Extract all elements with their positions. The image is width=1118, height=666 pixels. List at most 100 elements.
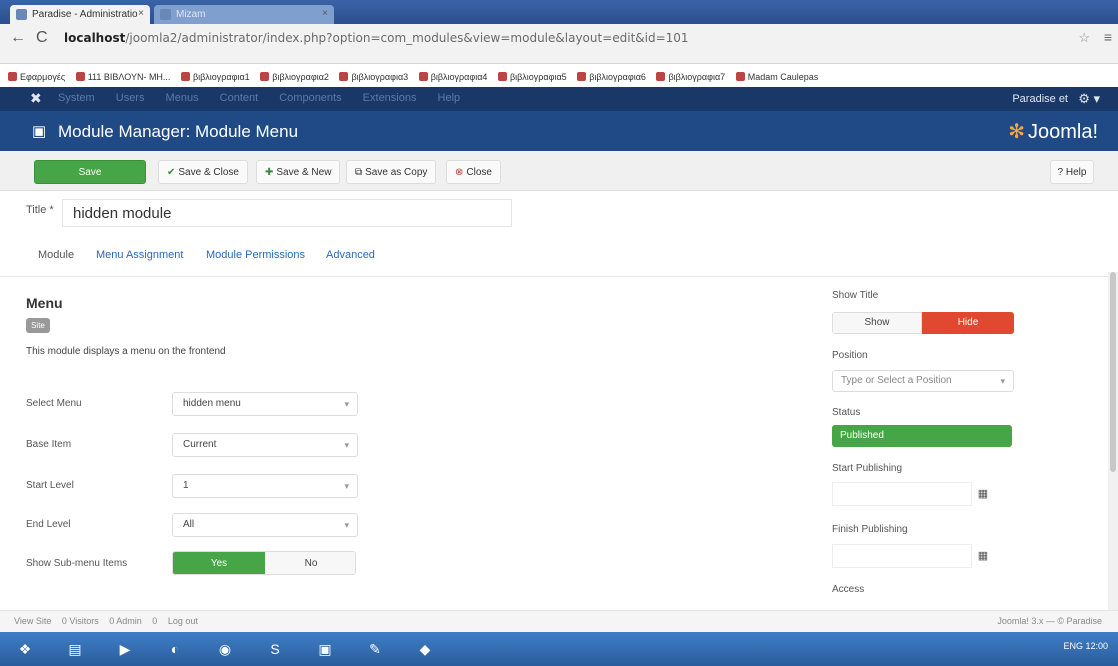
bookmark-item[interactable]: βιβλιογραφια4 (418, 72, 487, 82)
visitors-count: 0 Visitors (61, 616, 99, 626)
close-tab-icon[interactable]: × (322, 8, 328, 19)
logout-link[interactable]: Log out (168, 616, 198, 626)
save-copy-button[interactable]: ⧉ Save as Copy (346, 160, 437, 184)
bookmark-item[interactable]: βιβλιογραφια3 (339, 72, 408, 82)
title-input[interactable]: hidden module (62, 199, 512, 227)
copy-icon: ⧉ (355, 167, 363, 178)
plus-icon: ✚ (265, 167, 274, 178)
notepad-icon[interactable]: ✎ (360, 636, 390, 662)
admin-footer: View Site 0 Visitors 0 Admin 0 Log out J… (0, 610, 1118, 632)
browser-tab-strip: Paradise - Administratio × Mizam × (0, 0, 1118, 24)
show-title-show-button[interactable]: Show (832, 312, 922, 334)
save-close-button[interactable]: ✔ Save & Close (158, 160, 248, 184)
base-item-dropdown[interactable]: Current ▾ (172, 433, 358, 457)
bookmarks-bar: Εφαρμογές 111 ΒΙΒΛΟΥΝ- ΜΗ... βιβλιογραφι… (0, 72, 1118, 88)
bookmark-icon (180, 72, 190, 81)
menu-item-extensions[interactable]: Extensions (363, 92, 417, 104)
bookmark-icon (339, 72, 349, 81)
tab-module[interactable]: Module (38, 249, 74, 261)
calendar-icon[interactable]: ▦ (968, 482, 998, 506)
bookmark-item[interactable]: βιβλιογραφια7 (656, 72, 725, 82)
user-menu[interactable]: Paradise et (1012, 93, 1068, 105)
bookmark-item[interactable]: 111 ΒΙΒΛΟΥΝ- ΜΗ... (75, 72, 170, 82)
end-level-label: End Level (26, 519, 71, 530)
start-publishing-input[interactable] (832, 482, 972, 506)
admin-count: 0 Admin (109, 616, 142, 626)
gear-icon[interactable]: ⚙ ▾ (1078, 91, 1100, 107)
bookmark-item[interactable]: βιβλιογραφια1 (180, 72, 250, 82)
view-site-link[interactable]: View Site (14, 616, 51, 626)
app-icon[interactable]: ▣ (310, 636, 340, 662)
bookmark-item[interactable]: βιβλιογραφια2 (260, 72, 329, 82)
chevron-down-icon: ▾ (344, 399, 349, 409)
skype-icon[interactable]: S (260, 636, 290, 662)
bookmark-item[interactable]: Madam Caulepas (735, 72, 818, 82)
close-button[interactable]: ⊗ Close (446, 160, 501, 184)
back-arrow-icon[interactable]: ← (10, 29, 26, 47)
browser-tab-inactive[interactable]: Mizam × (154, 5, 334, 24)
tab-advanced[interactable]: Advanced (326, 249, 375, 261)
submenu-yes-button[interactable]: Yes (173, 552, 265, 574)
tab-module-permissions[interactable]: Module Permissions (206, 249, 305, 261)
admin-menu: System Users Menus Content Components Ex… (58, 92, 478, 104)
media-player-icon[interactable]: ▶ (110, 636, 140, 662)
apps-icon (8, 72, 17, 81)
start-level-label: Start Level (26, 480, 74, 491)
menu-item-components[interactable]: Components (279, 92, 341, 104)
save-button[interactable]: Save (34, 160, 146, 184)
browser-tab-label: Mizam (176, 9, 206, 20)
show-submenu-label: Show Sub-menu Items (26, 558, 128, 569)
bookmark-item[interactable]: βιβλιογραφια5 (497, 72, 567, 82)
module-name: Menu (26, 295, 63, 311)
explorer-icon[interactable]: ▤ (60, 636, 90, 662)
windows-taskbar: ❖ ▤ ▶ ◐ ◉ S ▣ ✎ ◆ ENG 12:00 (0, 632, 1118, 666)
paint-icon[interactable]: ◆ (410, 636, 440, 662)
scrollbar-thumb[interactable] (1110, 272, 1116, 472)
system-tray[interactable]: ENG 12:00 (1063, 641, 1108, 651)
footer-copyright: Joomla! 3.x — © Paradise (997, 616, 1102, 626)
tab-favicon-icon (160, 9, 171, 20)
reload-icon[interactable]: C (36, 29, 48, 47)
end-level-dropdown[interactable]: All ▾ (172, 513, 358, 537)
menu-item-system[interactable]: System (58, 92, 95, 104)
save-new-button[interactable]: ✚ Save & New (256, 160, 341, 184)
calendar-icon[interactable]: ▦ (968, 544, 998, 568)
chevron-down-icon: ▾ (344, 440, 349, 450)
status-select[interactable]: Published (832, 425, 1012, 447)
show-title-toggle: Show Hide (832, 312, 1014, 334)
browser-icon[interactable]: ◐ (160, 636, 190, 662)
start-button-icon[interactable]: ❖ (10, 636, 40, 662)
finish-publishing-input[interactable] (832, 544, 972, 568)
joomla-favicon-icon (16, 9, 27, 20)
base-item-label: Base Item (26, 439, 72, 450)
browser-tab-active[interactable]: Paradise - Administratio × (10, 5, 150, 24)
close-tab-icon[interactable]: × (138, 8, 144, 19)
browser-menu-icon[interactable]: ≡ (1104, 29, 1112, 45)
show-title-hide-button[interactable]: Hide (922, 312, 1014, 334)
bookmark-item[interactable]: βιβλιογραφια6 (577, 72, 646, 82)
bookmark-star-icon[interactable]: ☆ (1078, 30, 1090, 46)
chevron-down-icon: ▾ (344, 520, 349, 530)
bookmark-item[interactable]: Εφαρμογές (8, 72, 65, 82)
chevron-down-icon: ▾ (344, 481, 349, 491)
url-field[interactable]: localhost/joomla2/administrator/index.ph… (64, 28, 1064, 48)
admin-top-nav: ✖ System Users Menus Content Components … (0, 87, 1118, 111)
menu-item-content[interactable]: Content (220, 92, 259, 104)
start-level-dropdown[interactable]: 1 ▾ (172, 474, 358, 498)
help-button[interactable]: ? Help (1050, 160, 1094, 184)
bookmark-icon (75, 72, 85, 81)
joomla-logo-icon[interactable]: ✖ (30, 90, 42, 107)
tab-menu-assignment[interactable]: Menu Assignment (96, 249, 183, 261)
position-select[interactable]: Type or Select a Position ▾ (832, 370, 1014, 392)
submenu-no-button[interactable]: No (265, 552, 355, 574)
toolbar: Save ✔ Save & Close ✚ Save & New ⧉ Save as … (0, 151, 1118, 191)
page-scrollbar[interactable] (1108, 272, 1118, 632)
select-menu-dropdown[interactable]: hidden menu ▾ (172, 392, 358, 416)
site-badge: Site (26, 318, 50, 333)
menu-item-users[interactable]: Users (116, 92, 145, 104)
bookmark-icon (656, 72, 666, 81)
menu-item-help[interactable]: Help (438, 92, 461, 104)
chrome-icon[interactable]: ◉ (210, 636, 240, 662)
menu-item-menus[interactable]: Menus (166, 92, 199, 104)
page-title: Module Manager: Module Menu (58, 122, 299, 141)
